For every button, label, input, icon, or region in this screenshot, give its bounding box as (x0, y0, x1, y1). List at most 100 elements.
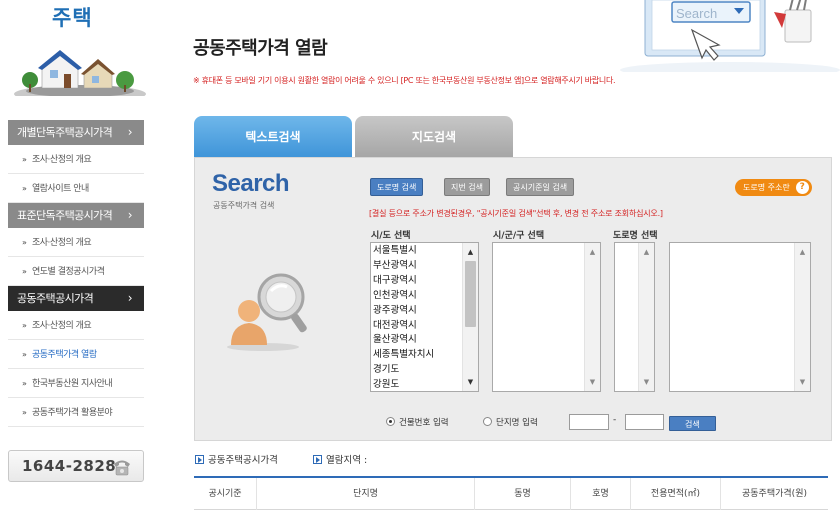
sido-option[interactable]: 경기도 (373, 363, 476, 378)
search-monitor-illustration: Search (620, 0, 840, 72)
search-panel: Search 공동주택가격 검색 도로명 검색 지번 검색 공시기준일 검색 도… (194, 157, 832, 441)
column-header: 전용면적(㎡) (631, 478, 721, 510)
arrow-box-icon (195, 455, 204, 464)
sido-option[interactable]: 울산광역시 (373, 333, 476, 348)
sidebar-subitem-label: 조사·산정의 개요 (32, 238, 92, 248)
road-name-search-button[interactable]: 도로명 검색 (370, 178, 424, 196)
sigungu-listbox[interactable]: ▲ ▼ (492, 242, 601, 392)
column-header: 공동주택가격(원) (742, 489, 807, 499)
phone-number: 1644-2828 (22, 457, 117, 475)
road-address-help-button[interactable]: 도로명 주소란 ? (735, 179, 812, 196)
building-number-radio[interactable]: 건물번호 입력 (386, 416, 449, 428)
road-initial-scrollbar[interactable]: ▲ ▼ (638, 243, 654, 391)
person-magnifier-icon (227, 273, 307, 351)
scroll-down-icon[interactable]: ▼ (463, 375, 478, 389)
sidebar-item-apartment-price[interactable]: 공동주택공시가격 › (8, 286, 144, 311)
search-button[interactable]: 검색 (669, 416, 716, 431)
sidebar-subitem[interactable]: » 열람사이트 안내 (8, 174, 144, 203)
lot-number-search-button[interactable]: 지번 검색 (444, 178, 490, 196)
apartment-price-info: 공동주택공시가격 (195, 452, 278, 466)
sidebar-subitem[interactable]: » 조사·산정의 개요 (8, 311, 144, 340)
sido-option[interactable]: 대전광역시 (373, 319, 476, 334)
sido-option[interactable]: 세종특별자치시 (373, 348, 476, 363)
building-sub-number-input[interactable] (625, 414, 664, 430)
scroll-thumb[interactable] (465, 261, 476, 327)
sidebar-subitem-current[interactable]: » 공동주택가격 열람 (8, 340, 144, 369)
bullet-icon: » (22, 379, 27, 388)
sido-listbox[interactable]: 서울특별시 부산광역시 대구광역시 인천광역시 광주광역시 대전광역시 울산광역… (370, 242, 479, 392)
address-change-warning: [결실 등으로 주소가 변경된경우, "공시기준일 검색"선택 후, 변경 전 … (369, 209, 663, 218)
sido-option[interactable]: 대구광역시 (373, 274, 476, 289)
page-title: 공동주택가격 열람 (193, 38, 328, 59)
tab-text-search[interactable]: 텍스트검색 (194, 116, 352, 159)
sidebar-subitem-label: 연도별 결정공시가격 (32, 267, 105, 277)
results-table-header: 공시기준 단지명 동명 호명 전용면적(㎡) 공동주택가격(원) (194, 476, 828, 510)
radio-label: 단지명 입력 (496, 418, 538, 428)
sidebar-subitem[interactable]: » 공동주택가격 활용분야 (8, 398, 144, 427)
question-icon: ? (795, 181, 809, 194)
telephone-icon (114, 460, 130, 476)
sidebar-subitem-label: 공동주택가격 활용분야 (32, 408, 113, 418)
illustration-search-text: Search (676, 6, 717, 21)
scroll-down-icon[interactable]: ▼ (795, 375, 810, 389)
building-main-number-input[interactable] (569, 414, 609, 430)
chevron-right-icon: › (127, 208, 133, 222)
sigungu-scrollbar[interactable]: ▲ ▼ (584, 243, 600, 391)
apartment-price-info-label: 공동주택공시가격 (208, 455, 278, 466)
sidebar-subitem-label: 열람사이트 안내 (32, 184, 89, 194)
sidebar-subitem-label: 조사·산정의 개요 (32, 321, 92, 331)
sidebar-subitem[interactable]: » 조사·산정의 개요 (8, 145, 144, 174)
scroll-down-icon[interactable]: ▼ (585, 375, 600, 389)
sidebar-subitem-label: 공동주택가격 열람 (32, 350, 97, 360)
chevron-right-icon: › (127, 125, 133, 139)
column-header: 공시기준 (194, 478, 257, 510)
sidebar-item-label: 표준단독주택공시가격 (17, 209, 113, 222)
road-initial-listbox[interactable]: ▲ ▼ (614, 242, 655, 392)
sido-option[interactable]: 광주광역시 (373, 304, 476, 319)
sidebar-title: 주택 (52, 6, 93, 30)
road-address-help-label: 도로명 주소란 (743, 183, 790, 192)
tab-map-search[interactable]: 지도검색 (355, 116, 513, 159)
scroll-up-icon[interactable]: ▲ (585, 245, 600, 259)
arrow-box-icon (313, 455, 322, 464)
sido-option[interactable]: 인천광역시 (373, 289, 476, 304)
bullet-icon: » (22, 267, 27, 276)
road-name-scrollbar[interactable]: ▲ ▼ (794, 243, 810, 391)
sidebar-subitem[interactable]: » 연도별 결정공시가격 (8, 257, 144, 286)
viewing-region-info: 열람지역 : (313, 452, 367, 466)
road-name-label: 도로명 선택 (613, 231, 658, 241)
scroll-down-icon[interactable]: ▼ (639, 375, 654, 389)
number-separator: - (613, 415, 617, 425)
scroll-up-icon[interactable]: ▲ (639, 245, 654, 259)
sidebar-subitem[interactable]: » 조사·산정의 개요 (8, 228, 144, 257)
mobile-notice: ※ 휴대폰 등 모바일 기기 이용시 원활한 열람이 어려울 수 있으니 [PC… (193, 76, 616, 85)
column-header: 동명 (475, 478, 571, 510)
scroll-up-icon[interactable]: ▲ (463, 245, 478, 259)
sidebar-subitem[interactable]: » 한국부동산원 지사안내 (8, 369, 144, 398)
sido-option[interactable]: 강원도 (373, 378, 476, 393)
sido-label: 시/도 선택 (371, 231, 411, 241)
search-subheading: 공동주택가격 검색 (213, 201, 275, 210)
bullet-icon: » (22, 238, 27, 247)
sidebar-menu: 개별단독주택공시가격 › » 조사·산정의 개요 » 열람사이트 안내 표준단독주택… (8, 120, 144, 427)
column-header: 단지명 (257, 478, 475, 510)
sido-scrollbar[interactable]: ▲ ▼ (462, 243, 478, 391)
radio-checked-icon[interactable] (386, 417, 395, 426)
sidebar-item-standard-house-price[interactable]: 표준단독주택공시가격 › (8, 203, 144, 228)
sidebar-item-individual-house-price[interactable]: 개별단독주택공시가격 › (8, 120, 144, 145)
chevron-right-icon: › (127, 291, 133, 305)
sigungu-label: 시/군/구 선택 (493, 231, 545, 241)
column-header: 호명 (571, 478, 631, 510)
scroll-up-icon[interactable]: ▲ (795, 245, 810, 259)
complex-name-radio[interactable]: 단지명 입력 (483, 416, 538, 428)
sido-option[interactable]: 서울특별시 (373, 244, 476, 259)
bullet-icon: » (22, 350, 27, 359)
phone-banner: 1644-2828 (8, 450, 144, 482)
radio-unchecked-icon[interactable] (483, 417, 492, 426)
announcement-date-search-button[interactable]: 공시기준일 검색 (506, 178, 575, 196)
road-name-listbox[interactable]: ▲ ▼ (669, 242, 811, 392)
page-root: 주택 개별단독주택공시가격 › » 조사·산정의 개요 » 열람사이트 안내 표준단… (0, 0, 840, 518)
sido-option[interactable]: 부산광역시 (373, 259, 476, 274)
sidebar-subitem-label: 한국부동산원 지사안내 (32, 379, 113, 389)
viewing-region-label: 열람지역 : (326, 455, 368, 466)
